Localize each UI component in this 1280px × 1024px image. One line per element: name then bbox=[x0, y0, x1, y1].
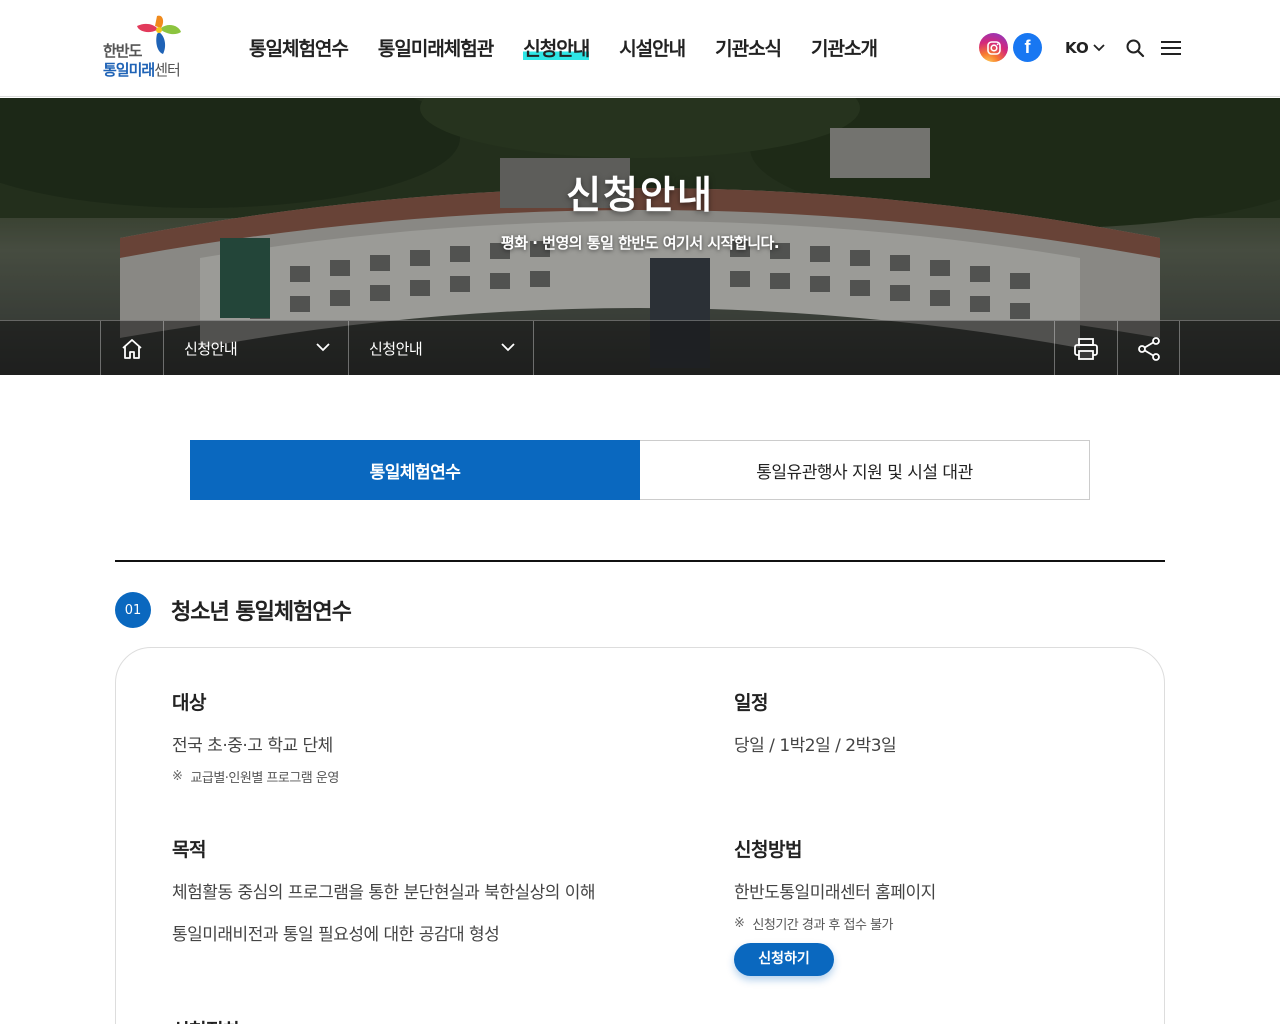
chevron-down-icon bbox=[316, 343, 330, 352]
section-number-badge: 01 bbox=[115, 592, 151, 628]
home-icon bbox=[122, 338, 142, 359]
chevron-down-icon bbox=[1093, 43, 1105, 51]
info-purpose: 목적 체험활동 중심의 프로그램을 통한 분단현실과 북한실상의 이해 통일미래… bbox=[172, 835, 596, 956]
facebook-icon[interactable]: f bbox=[1013, 33, 1042, 62]
header-utilities: f KO bbox=[979, 33, 1183, 62]
tab-event-support[interactable]: 통일유관행사 지원 및 시설 대관 bbox=[640, 440, 1090, 500]
section-title: 청소년 통일체험연수 bbox=[171, 600, 352, 625]
instagram-icon[interactable] bbox=[979, 33, 1008, 62]
purpose-line-1: 체험활동 중심의 프로그램을 통한 분단현실과 북한실상의 이해 bbox=[172, 883, 596, 903]
info-card: 대상 전국 초·중·고 학교 단체 ※ 교급별·인원별 프로그램 운영 일정 당일… bbox=[115, 647, 1165, 1024]
info-target: 대상 전국 초·중·고 학교 단체 ※ 교급별·인원별 프로그램 운영 bbox=[172, 688, 339, 786]
hamburger-menu-icon[interactable] bbox=[1159, 38, 1183, 58]
content-tabs: 통일체험연수 통일유관행사 지원 및 시설 대관 bbox=[190, 440, 1090, 500]
nav-about[interactable]: 기관소개 bbox=[796, 34, 892, 64]
site-header: 한반도 통일미래센터 통일체험연수 통일미래체험관 신청안내 시설안내 기관소식… bbox=[0, 0, 1280, 97]
nav-news[interactable]: 기관소식 bbox=[700, 34, 796, 64]
location-dropdown-depth2[interactable]: 신청안내 bbox=[349, 321, 534, 376]
language-selector[interactable]: KO bbox=[1065, 39, 1105, 57]
chevron-down-icon bbox=[501, 343, 515, 352]
share-icon bbox=[1138, 336, 1160, 361]
target-desc: 전국 초·중·고 학교 단체 bbox=[172, 736, 333, 756]
schedule-heading: 일정 bbox=[734, 692, 768, 714]
info-method: 신청방법 한반도통일미래센터 홈페이지 ※ 신청기간 경과 후 접수 불가 신청하… bbox=[734, 835, 936, 976]
method-heading: 신청방법 bbox=[734, 839, 802, 861]
method-desc: 한반도통일미래센터 홈페이지 bbox=[734, 883, 936, 903]
location-dropdown-depth1[interactable]: 신청안내 bbox=[164, 321, 349, 376]
procedure-heading: 신청절차 bbox=[172, 1016, 240, 1024]
logo-text-line1: 한반도 bbox=[103, 42, 142, 60]
site-logo[interactable]: 한반도 통일미래센터 bbox=[101, 14, 191, 82]
nav-application[interactable]: 신청안내 bbox=[508, 34, 604, 64]
apply-button[interactable]: 신청하기 bbox=[734, 943, 834, 976]
nav-training[interactable]: 통일체험연수 bbox=[234, 34, 363, 64]
info-procedure: 신청절차 bbox=[172, 1016, 240, 1024]
method-note: ※ 신청기간 경과 후 접수 불가 bbox=[734, 916, 893, 933]
target-note: ※ 교급별·인원별 프로그램 운영 bbox=[172, 769, 339, 786]
info-schedule: 일정 당일 / 1박2일 / 2박3일 bbox=[734, 688, 897, 767]
schedule-desc: 당일 / 1박2일 / 2박3일 bbox=[734, 736, 897, 756]
location-depth2-label: 신청안내 bbox=[369, 340, 423, 358]
location-depth1-label: 신청안내 bbox=[184, 340, 238, 358]
home-button[interactable] bbox=[101, 321, 164, 376]
purpose-line-2: 통일미래비전과 통일 필요성에 대한 공감대 형성 bbox=[172, 925, 500, 945]
share-button[interactable] bbox=[1117, 321, 1180, 376]
search-icon[interactable] bbox=[1125, 38, 1145, 58]
logo-mark-icon bbox=[137, 15, 181, 54]
banner-subtitle: 평화 · 번영의 통일 한반도 여기서 시작합니다. bbox=[500, 234, 780, 252]
tab-training[interactable]: 통일체험연수 bbox=[190, 440, 640, 500]
print-button[interactable] bbox=[1054, 321, 1117, 376]
section-divider bbox=[115, 560, 1165, 562]
nav-facilities[interactable]: 시설안내 bbox=[604, 34, 700, 64]
nav-experience-hall[interactable]: 통일미래체험관 bbox=[363, 34, 508, 64]
printer-icon bbox=[1074, 337, 1098, 360]
purpose-heading: 목적 bbox=[172, 839, 206, 861]
language-label: KO bbox=[1065, 38, 1089, 57]
location-inner: 신청안내 신청안내 bbox=[100, 321, 1180, 376]
logo-text-line2: 통일미래센터 bbox=[103, 61, 181, 79]
banner-title: 신청안내 bbox=[566, 173, 714, 217]
main-navigation: 통일체험연수 통일미래체험관 신청안내 시설안내 기관소식 기관소개 bbox=[234, 34, 892, 64]
target-heading: 대상 bbox=[172, 692, 206, 714]
location-bar: 신청안내 신청안내 bbox=[0, 320, 1280, 376]
